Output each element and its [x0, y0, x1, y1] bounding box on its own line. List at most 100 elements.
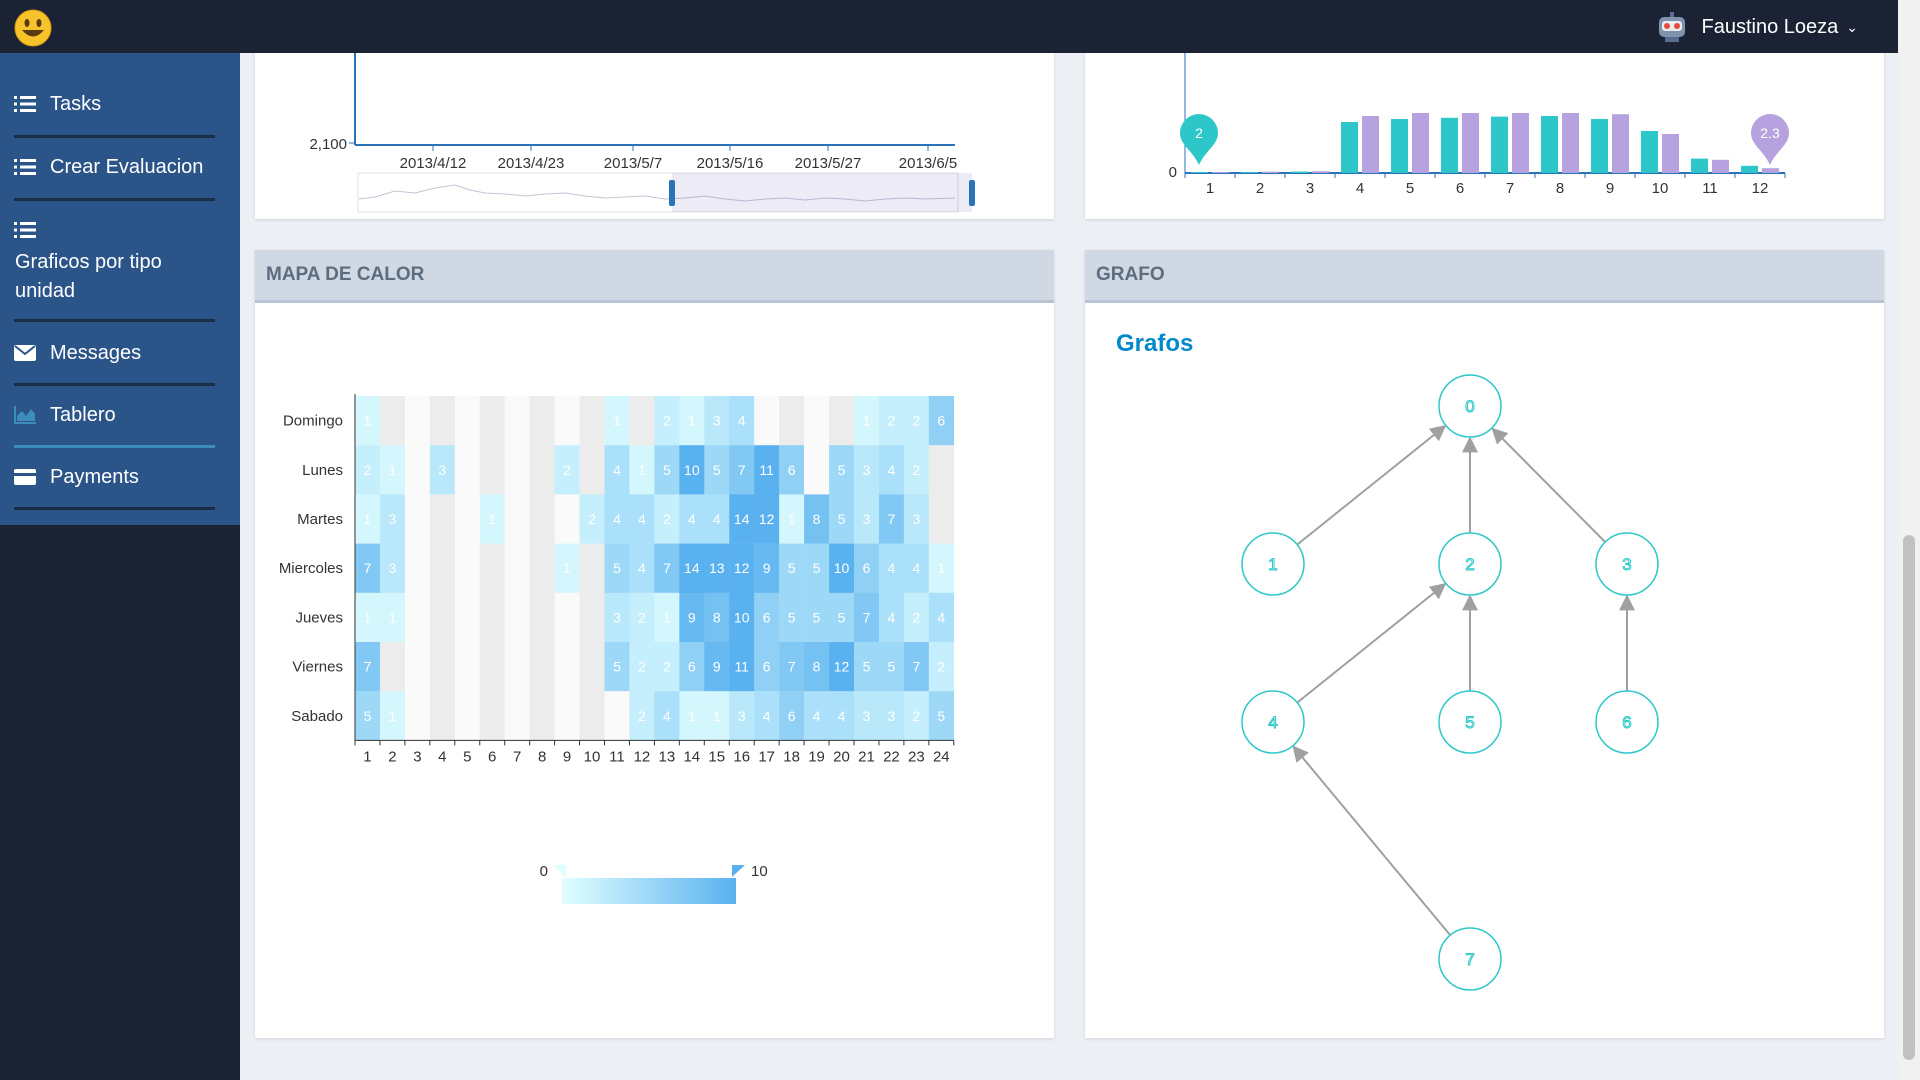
heatmap-cell[interactable] [404, 691, 431, 741]
visual-map-max-handle[interactable] [732, 865, 745, 877]
bar[interactable] [1741, 165, 1758, 173]
heatmap-cell[interactable] [454, 396, 480, 446]
bar[interactable] [1391, 119, 1408, 173]
heatmap-cell[interactable] [779, 396, 805, 446]
sidebar-item-payments[interactable]: Payments [0, 466, 240, 496]
heatmap-cell[interactable] [529, 396, 555, 446]
heatmap-cell[interactable] [554, 592, 580, 643]
data-zoom-selection[interactable] [672, 173, 972, 212]
heatmap-cell[interactable] [529, 592, 555, 643]
bar[interactable] [1491, 116, 1508, 173]
bar[interactable] [1241, 171, 1258, 173]
heatmap-cell[interactable] [454, 691, 480, 741]
heatmap-cell[interactable] [379, 642, 406, 692]
bar[interactable] [1212, 172, 1229, 173]
heatmap-cell[interactable] [579, 642, 605, 692]
visual-map-bar[interactable] [562, 878, 736, 904]
sidebar-item-crear-evaluacion[interactable]: Crear Evaluacion [0, 156, 240, 186]
heatmap-cell[interactable] [529, 642, 555, 692]
bar[interactable] [1191, 172, 1208, 173]
bar[interactable] [1341, 122, 1358, 173]
scrollbar-thumb[interactable] [1903, 535, 1915, 1060]
heatmap-cell[interactable] [429, 396, 455, 446]
bar[interactable] [1541, 116, 1558, 173]
heatmap-cell[interactable] [554, 494, 580, 544]
bar[interactable] [1662, 134, 1679, 173]
heatmap-cell[interactable] [404, 592, 431, 643]
heatmap-cell[interactable] [479, 592, 505, 643]
heatmap-cell[interactable] [404, 543, 431, 593]
data-zoom-left-handle[interactable] [669, 180, 675, 206]
heatmap-cell[interactable] [404, 396, 431, 446]
bar[interactable] [1412, 113, 1429, 173]
bar[interactable] [1591, 119, 1608, 173]
heatmap-cell[interactable] [579, 543, 605, 593]
heatmap-cell[interactable] [579, 396, 605, 446]
bar[interactable] [1712, 159, 1729, 173]
heatmap-cell[interactable] [454, 445, 480, 495]
sidebar-item-tasks[interactable]: Tasks [0, 93, 240, 123]
visual-map-min-handle[interactable] [553, 865, 566, 877]
bar[interactable] [1641, 131, 1658, 173]
heatmap-cell[interactable] [454, 543, 480, 593]
sidebar-item-graficos[interactable]: Graficos por tipo unidad [0, 218, 240, 308]
bar[interactable] [1512, 113, 1529, 173]
sidebar-item-tablero[interactable]: Tablero [0, 404, 240, 434]
heatmap-cell[interactable] [404, 494, 431, 544]
user-menu[interactable]: Faustino Loeza ⌄ [1656, 12, 1858, 42]
bar[interactable] [1462, 113, 1479, 173]
heatmap-cell[interactable] [429, 642, 455, 692]
heatmap-cell[interactable] [479, 396, 505, 446]
data-zoom-right-handle[interactable] [969, 180, 975, 206]
bar[interactable] [1691, 158, 1708, 173]
heatmap-cell[interactable] [554, 642, 580, 692]
heatmap-cell[interactable] [928, 494, 954, 544]
heatmap-cell[interactable] [754, 396, 780, 446]
heatmap-cell[interactable] [404, 445, 431, 495]
bar[interactable] [1562, 113, 1579, 173]
bar[interactable] [1762, 168, 1779, 173]
heatmap-cell[interactable] [379, 396, 406, 446]
heatmap-cell[interactable] [429, 543, 455, 593]
heatmap-cell[interactable] [804, 396, 830, 446]
smiley-logo-icon[interactable] [14, 9, 52, 47]
heatmap-cell[interactable] [529, 691, 555, 741]
heatmap-cell[interactable] [579, 592, 605, 643]
sidebar-item-messages[interactable]: Messages [0, 342, 240, 372]
heatmap-cell[interactable] [454, 642, 480, 692]
heatmap-cell[interactable] [454, 494, 480, 544]
heatmap-cell[interactable] [804, 445, 830, 495]
heatmap-cell[interactable] [429, 691, 455, 741]
heatmap-cell[interactable] [479, 543, 505, 593]
heatmap-cell[interactable] [479, 642, 505, 692]
heatmap-cell[interactable] [404, 642, 431, 692]
heatmap-cell[interactable] [504, 691, 530, 741]
heatmap-cell[interactable] [579, 445, 605, 495]
heatmap-cell[interactable] [504, 494, 530, 544]
heatmap-cell[interactable] [504, 543, 530, 593]
heatmap-cell[interactable] [554, 691, 580, 741]
bar[interactable] [1612, 114, 1629, 173]
heatmap-cell[interactable] [454, 592, 480, 643]
heatmap-cell[interactable] [504, 642, 530, 692]
heatmap-cell[interactable] [604, 691, 630, 741]
heatmap-cell[interactable] [829, 396, 855, 446]
heatmap-cell[interactable] [529, 445, 555, 495]
heatmap-cell[interactable] [579, 691, 605, 741]
heatmap-cell[interactable] [928, 445, 954, 495]
heatmap-cell[interactable] [504, 445, 530, 495]
heatmap-cell[interactable] [479, 445, 505, 495]
heatmap-cell[interactable] [504, 592, 530, 643]
heatmap-cell[interactable] [529, 494, 555, 544]
heatmap-cell[interactable] [529, 543, 555, 593]
heatmap-cell[interactable] [629, 396, 655, 446]
bar[interactable] [1312, 171, 1329, 173]
bar[interactable] [1362, 116, 1379, 173]
heatmap-cell[interactable] [554, 396, 580, 446]
heatmap-cell[interactable] [429, 494, 455, 544]
heatmap-cell[interactable] [504, 396, 530, 446]
heatmap-cell[interactable] [479, 691, 505, 741]
page-scrollbar[interactable] [1898, 0, 1920, 1080]
bar[interactable] [1441, 117, 1458, 173]
bar[interactable] [1262, 171, 1279, 173]
